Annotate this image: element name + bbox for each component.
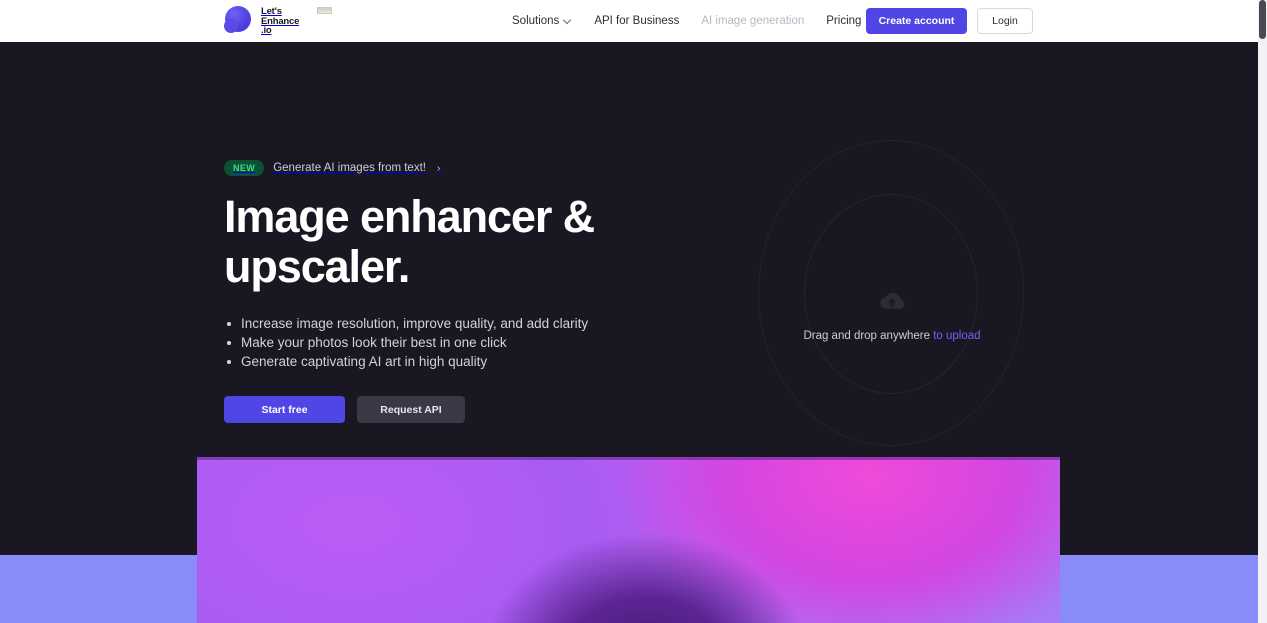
logo-line-3: .io [261, 25, 272, 37]
request-api-button[interactable]: Request API [357, 396, 465, 423]
page-title: Image enhancer & upscaler. [224, 191, 595, 292]
chevron-right-icon: › [436, 162, 441, 174]
chevron-down-icon [564, 17, 572, 25]
upload-link[interactable]: to upload [933, 330, 980, 342]
start-free-button[interactable]: Start free [224, 396, 345, 423]
dropzone-text-row: Drag and drop anywhere to upload [758, 330, 1026, 342]
ukraine-flag-icon [317, 6, 332, 14]
list-item: Make your photos look their best in one … [224, 333, 764, 352]
new-feature-banner[interactable]: NEW Generate AI images from text! › [224, 160, 764, 176]
logo-text: Let's Enhance .io [261, 6, 332, 37]
new-badge: NEW [224, 160, 265, 176]
showcase-image [197, 457, 1060, 623]
upload-dropzone[interactable]: Drag and drop anywhere to upload [758, 140, 1026, 448]
main-navigation: Solutions API for Business AI image gene… [512, 0, 906, 42]
nav-label-api-for-business: API for Business [594, 15, 680, 27]
login-button[interactable]: Login [977, 8, 1033, 34]
site-logo[interactable]: Let's Enhance .io [224, 5, 332, 37]
dropzone-instruction: Drag and drop anywhere [803, 330, 931, 342]
nav-item-pricing[interactable]: Pricing [826, 15, 861, 27]
scrollbar-thumb[interactable] [1259, 0, 1266, 39]
cloud-upload-icon [880, 292, 905, 309]
hero-section: NEW Generate AI images from text! › Imag… [0, 42, 1258, 457]
page-root: Let's Enhance .io Solutions API for Busi… [0, 0, 1267, 623]
hero-feature-list: Increase image resolution, improve quali… [224, 314, 764, 371]
list-item: Increase image resolution, improve quali… [224, 314, 764, 333]
nav-label-solutions: Solutions [512, 15, 560, 27]
nav-item-ai-image-generation[interactable]: AI image generation [701, 15, 804, 27]
create-account-button[interactable]: Create account [866, 8, 967, 34]
showcase-top-edge [197, 457, 1060, 460]
nav-item-api-for-business[interactable]: API for Business [594, 15, 679, 27]
page-scrollbar[interactable] [1258, 0, 1267, 623]
nav-label-pricing: Pricing [826, 15, 862, 27]
header-actions: Create account Login [866, 8, 1033, 34]
site-header: Let's Enhance .io Solutions API for Busi… [0, 0, 1258, 42]
nav-label-ai-image-generation: AI image generation [701, 15, 805, 27]
hero-cta-group: Start free Request API [224, 396, 764, 423]
new-feature-label: Generate AI images from text! [273, 162, 426, 174]
dropzone-content: Drag and drop anywhere to upload [758, 290, 1026, 342]
list-item: Generate captivating AI art in high qual… [224, 352, 764, 371]
nav-item-solutions[interactable]: Solutions [512, 15, 572, 27]
logo-mark-icon [224, 6, 254, 36]
hero-content: NEW Generate AI images from text! › Imag… [224, 160, 764, 423]
